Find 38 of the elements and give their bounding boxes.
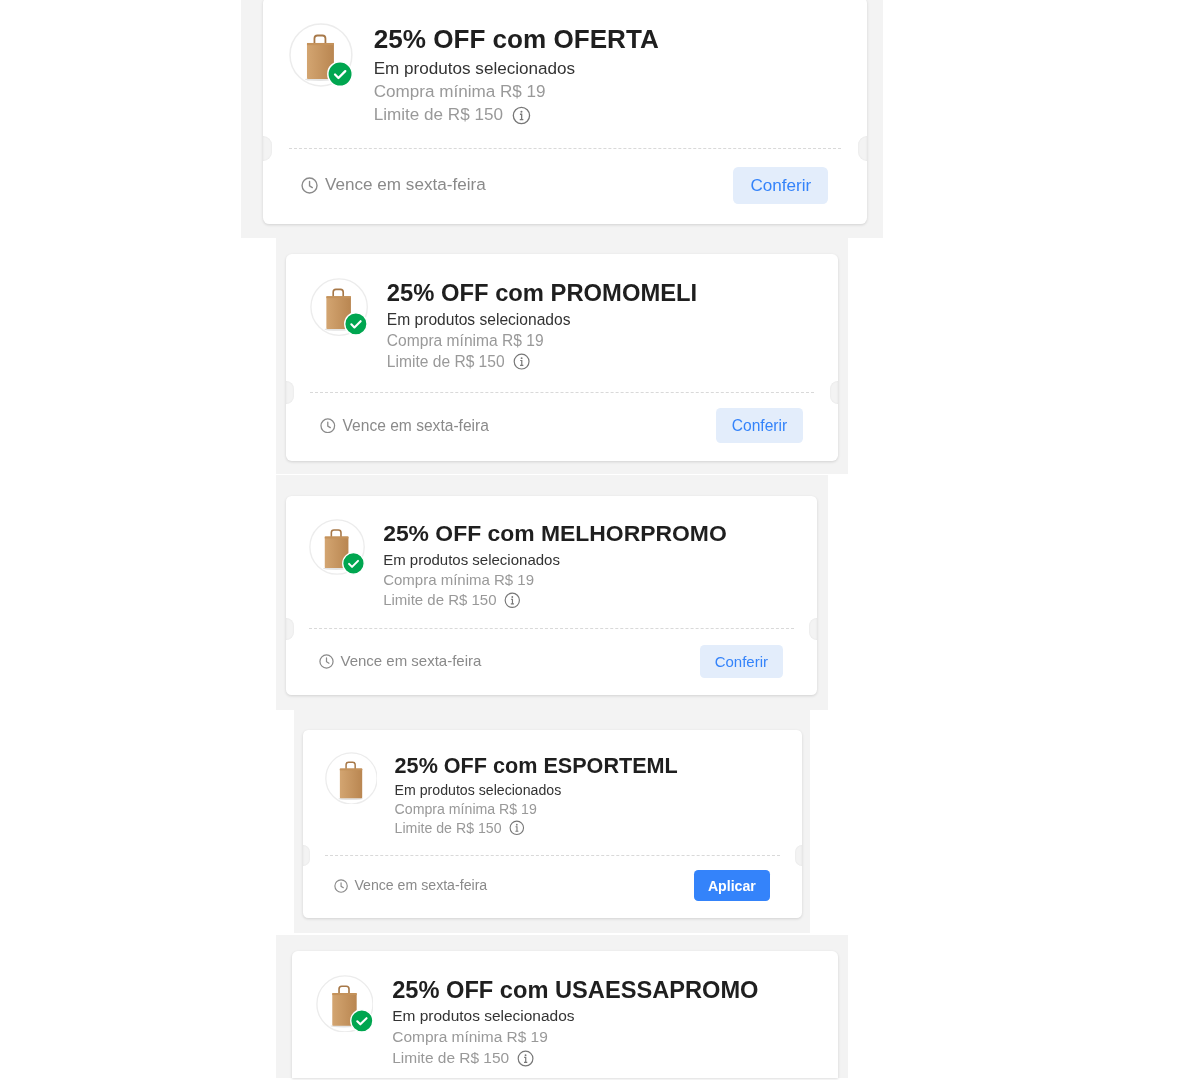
check-offer-button[interactable]: Conferir <box>733 166 829 205</box>
limit-text: Limite de R$ 150 <box>386 351 505 372</box>
minimum-purchase-text: Compra mínima R$ 19 <box>394 799 538 818</box>
limit-text: Limite de R$ 150 <box>392 1048 510 1069</box>
clock-icon <box>334 878 349 893</box>
limit-text: Limite de R$ 150 <box>373 104 503 127</box>
shopping-bag-icon <box>324 751 378 805</box>
apply-button[interactable]: Aplicar <box>693 870 770 902</box>
minimum-purchase-text: Compra mínima R$ 19 <box>392 1027 549 1048</box>
expiry-text: Vence em sexta-feira <box>325 174 486 197</box>
limit-text: Limite de R$ 150 <box>383 590 497 611</box>
minimum-purchase-text: Compra mínima R$ 19 <box>386 330 545 351</box>
coupon-subtitle: Em produtos selecionados <box>392 1006 576 1027</box>
expiry-text: Vence em sexta-feira <box>342 415 489 436</box>
coupon-subtitle: Em produtos selecionados <box>386 309 572 330</box>
coupon-subtitle: Em produtos selecionados <box>373 58 577 80</box>
coupon-title: 25% OFF com OFERTA <box>373 23 659 57</box>
minimum-purchase-text: Compra mínima R$ 19 <box>373 81 547 104</box>
info-icon[interactable] <box>508 820 525 836</box>
clock-icon <box>319 653 335 669</box>
info-icon[interactable] <box>517 1049 535 1067</box>
coupon-subtitle: Em produtos selecionados <box>394 780 563 799</box>
info-icon[interactable] <box>504 591 521 609</box>
check-offer-button[interactable]: Conferir <box>716 408 803 443</box>
coupon-title: 25% OFF com PROMOMELI <box>386 277 698 308</box>
info-icon[interactable] <box>512 353 531 371</box>
info-icon[interactable] <box>511 105 531 125</box>
coupon-title: 25% OFF com MELHORPROMO <box>383 518 727 548</box>
clock-icon <box>320 417 336 434</box>
check-offer-button[interactable]: Conferir <box>699 644 784 678</box>
coupon-subtitle: Em produtos selecionados <box>383 549 561 569</box>
coupon-title: 25% OFF com USAESSAPROMO <box>392 975 759 1005</box>
limit-text: Limite de R$ 150 <box>394 818 502 838</box>
expiry-text: Vence em sexta-feira <box>340 651 482 671</box>
expiry-text: Vence em sexta-feira <box>354 876 488 896</box>
clock-icon <box>300 176 318 194</box>
coupon-title: 25% OFF com ESPORTEML <box>394 751 678 780</box>
minimum-purchase-text: Compra mínima R$ 19 <box>383 569 536 590</box>
